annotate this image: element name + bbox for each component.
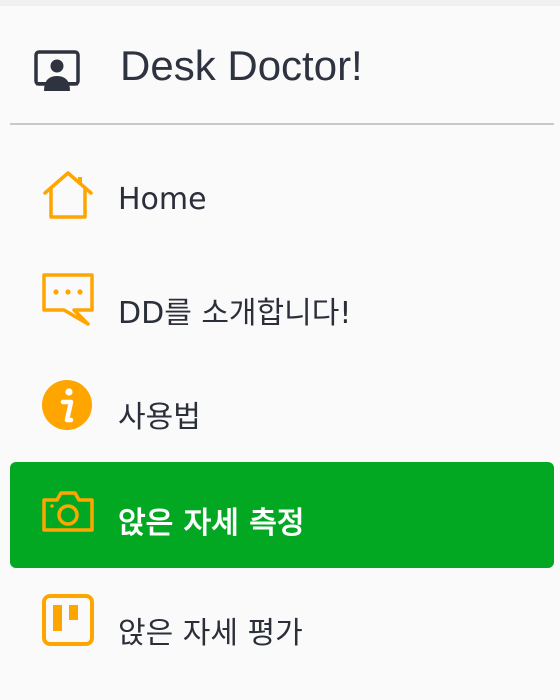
sidebar-item-label: DD를 소개합니다! [118, 296, 352, 331]
sidebar-header: Desk Doctor! [0, 6, 560, 123]
sidebar-item-intro[interactable]: DD를 소개합니다! [10, 254, 554, 360]
sidebar-item-usage[interactable]: 사용법 [10, 358, 554, 464]
user-monitor-icon [32, 47, 82, 97]
header-divider [10, 123, 554, 125]
sidebar-item-label: 앉은 자세 평가 [118, 616, 303, 651]
info-icon [40, 378, 96, 434]
sidebar-item-home[interactable]: Home [10, 148, 554, 254]
sidebar-item-label: Home [118, 182, 207, 217]
camera-icon [40, 484, 96, 540]
sidebar-item-label: 사용법 [118, 400, 201, 435]
sidebar-item-posture-evaluation[interactable]: 앉은 자세 평가 [10, 570, 554, 676]
app-title: Desk Doctor! [120, 42, 363, 89]
sidebar-item-label: 앉은 자세 측정 [118, 506, 305, 541]
home-icon [40, 168, 96, 224]
sidebar-item-posture-measure[interactable]: 앉은 자세 측정 [10, 462, 554, 568]
chat-bubble-icon [40, 270, 96, 326]
board-icon [40, 592, 96, 648]
sidebar-panel: Desk Doctor! Home DD를 소개합니다! 사용법 앉은 자세 측… [0, 0, 560, 700]
